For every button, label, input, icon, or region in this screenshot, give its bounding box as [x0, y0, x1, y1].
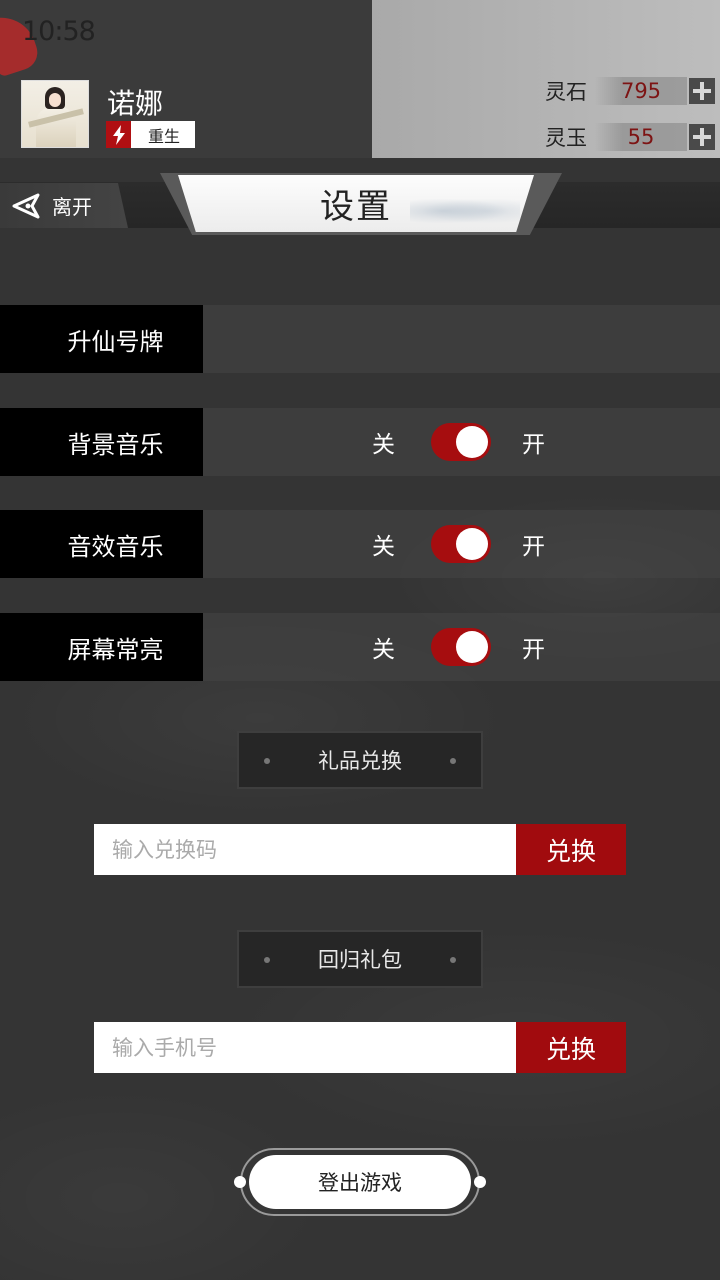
redeem-return-gift-button[interactable]: 兑换: [516, 1022, 626, 1073]
toggle-knob: [456, 528, 488, 560]
return-gift-form: 兑换: [94, 1022, 626, 1073]
background-music-toggle[interactable]: [431, 423, 491, 461]
add-spirit-jade-button[interactable]: [689, 124, 715, 150]
currency-value: 795: [595, 77, 687, 105]
page-title: 设置: [320, 187, 392, 227]
logout-button[interactable]: 登出游戏: [249, 1155, 471, 1209]
setting-row-background-music: 背景音乐 关 开: [0, 408, 720, 476]
avatar[interactable]: [21, 80, 89, 148]
phone-number-input[interactable]: [94, 1022, 516, 1073]
toggle-knob: [456, 426, 488, 458]
add-spirit-stone-button[interactable]: [689, 78, 715, 104]
screen-awake-toggle[interactable]: [431, 628, 491, 666]
row-label-box: 音效音乐: [0, 510, 203, 578]
currency-spirit-jade: 灵玉 55: [545, 120, 715, 154]
logout-label: 登出游戏: [318, 1171, 402, 1195]
gift-code-input[interactable]: [94, 824, 516, 875]
on-label: 开: [522, 432, 545, 458]
on-label: 开: [522, 534, 545, 560]
row-label: 音效音乐: [67, 532, 164, 561]
cloud-decoration: [410, 196, 520, 226]
lightning-icon: [106, 121, 133, 148]
redeem-code-button[interactable]: 兑换: [516, 824, 626, 875]
leave-label: 离开: [52, 195, 92, 219]
status-time: 10:58: [22, 16, 96, 47]
off-label: 关: [372, 637, 395, 663]
row-label-box: 升仙号牌: [0, 305, 203, 373]
currency-spirit-stone: 灵石 795: [545, 74, 715, 108]
return-gift-heading: 回归礼包: [237, 930, 483, 988]
on-label: 开: [522, 637, 545, 663]
setting-row-sound-effects: 音效音乐 关 开: [0, 510, 720, 578]
row-label-box: 背景音乐: [0, 408, 203, 476]
row-label-box: 屏幕常亮: [0, 613, 203, 681]
row-label: 屏幕常亮: [67, 635, 164, 664]
row-label: 背景音乐: [67, 430, 164, 459]
currency-label: 灵石: [545, 80, 587, 104]
row-label: 升仙号牌: [67, 327, 164, 356]
frame-dot: [474, 1176, 486, 1188]
off-label: 关: [372, 432, 395, 458]
rebirth-badge: 重生: [106, 121, 195, 148]
ascension-token-row[interactable]: 升仙号牌: [0, 305, 720, 373]
setting-row-screen-awake: 屏幕常亮 关 开: [0, 613, 720, 681]
player-name: 诺娜: [107, 87, 164, 120]
currency-value: 55: [595, 123, 687, 151]
off-label: 关: [372, 534, 395, 560]
rebirth-label: 重生: [147, 126, 180, 146]
currency-label: 灵玉: [545, 126, 587, 150]
toggle-knob: [456, 631, 488, 663]
section-title: 回归礼包: [318, 948, 402, 972]
section-title: 礼品兑换: [318, 749, 402, 773]
gift-code-form: 兑换: [94, 824, 626, 875]
sound-effects-toggle[interactable]: [431, 525, 491, 563]
gift-redeem-heading: 礼品兑换: [237, 731, 483, 789]
frame-dot: [234, 1176, 246, 1188]
leave-button[interactable]: 离开: [0, 183, 128, 228]
back-arrow-icon: [12, 193, 42, 219]
